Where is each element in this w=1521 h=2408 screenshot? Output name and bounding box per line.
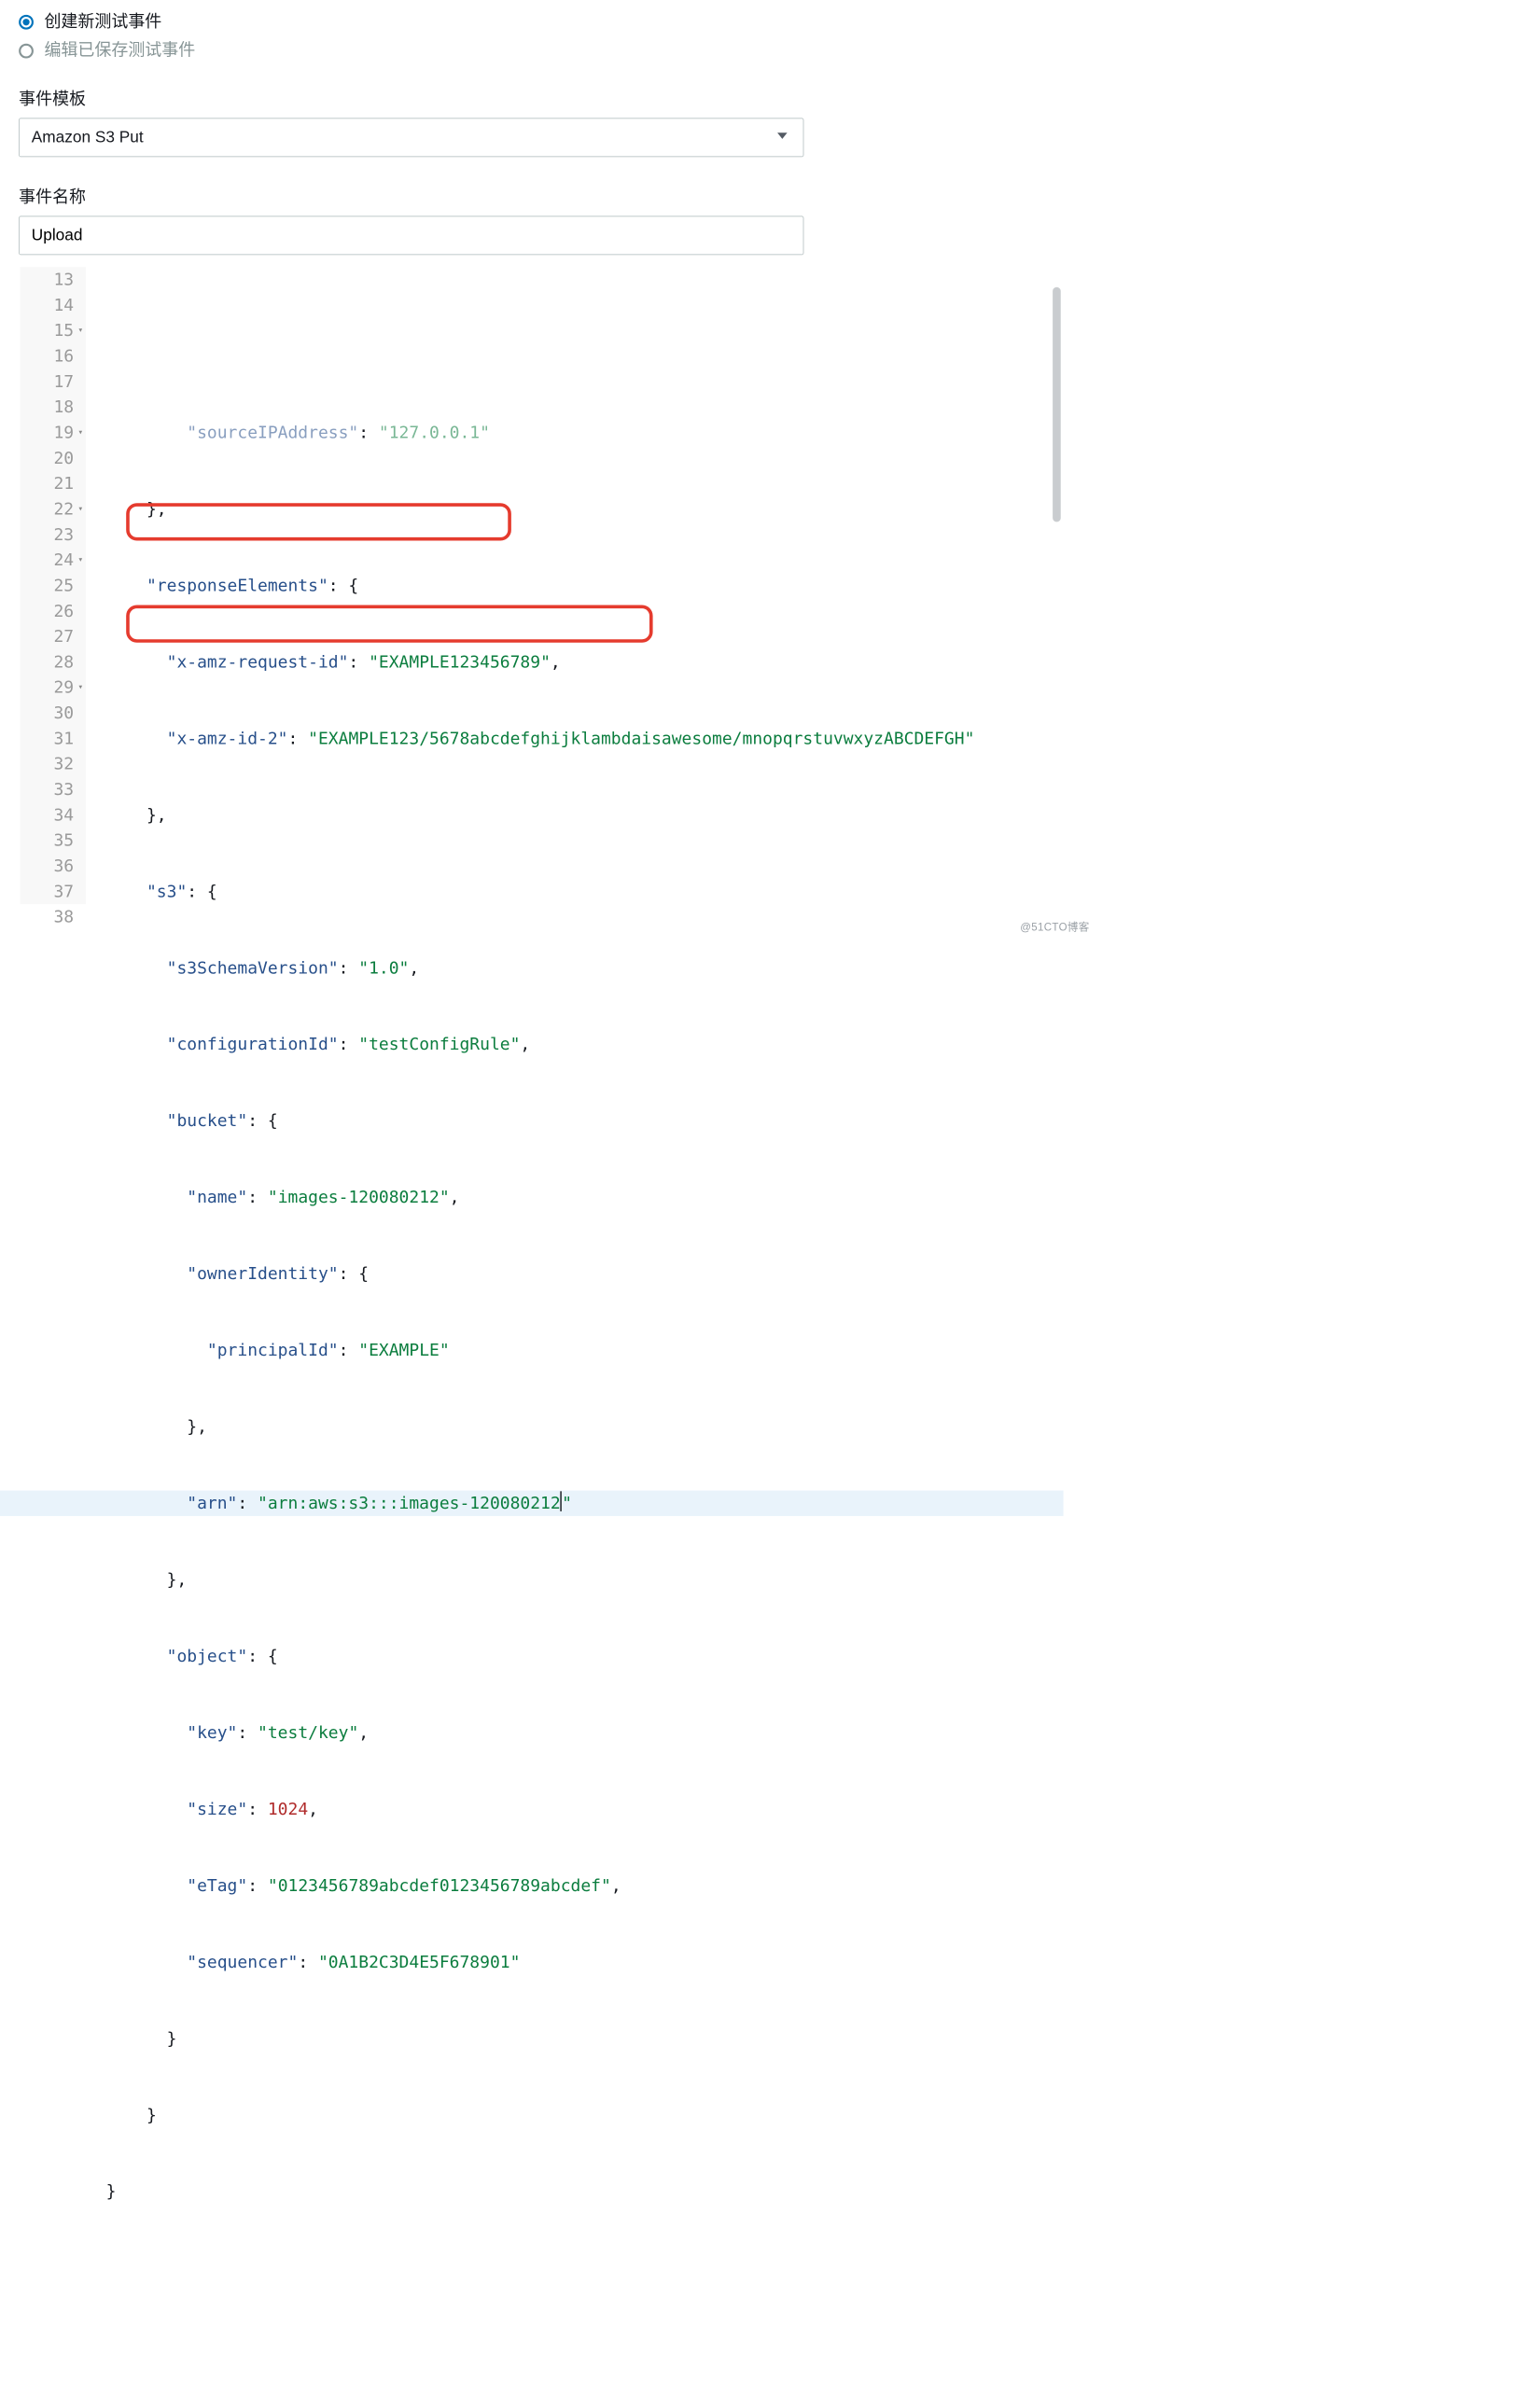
event-name-label: 事件名称 [19,184,1075,208]
watermark: @51CTO博客 [1020,918,1089,934]
editor-scrollbar[interactable] [1053,267,1062,904]
highlight-bucket-arn [126,605,652,643]
radio-icon [19,14,34,29]
create-radio-label: 创建新测试事件 [44,13,161,30]
event-template-value: Amazon S3 Put [32,128,144,146]
text-cursor [561,1491,562,1511]
code-content[interactable]: "sourceIPAddress": "127.0.0.1" }, "respo… [86,267,1050,904]
event-name-input[interactable] [19,216,803,256]
event-template-label: 事件模板 [19,86,1075,110]
edit-radio-label: 编辑已保存测试事件 [44,42,195,59]
create-new-test-event-radio[interactable]: 创建新测试事件 [19,13,1075,30]
line-number-gutter: 13 14 15▾ 16 17 18 19▾ 20 21 22▾ 23 24▾ … [21,267,86,904]
radio-icon [19,43,34,58]
test-event-radio-group: 创建新测试事件 编辑已保存测试事件 [19,13,1075,59]
event-template-select[interactable]: Amazon S3 Put [19,118,803,158]
edit-saved-test-event-radio: 编辑已保存测试事件 [19,42,1075,59]
scrollbar-thumb[interactable] [1053,287,1061,522]
caret-down-icon [774,128,789,147]
code-editor[interactable]: 13 14 15▾ 16 17 18 19▾ 20 21 22▾ 23 24▾ … [0,267,1064,904]
